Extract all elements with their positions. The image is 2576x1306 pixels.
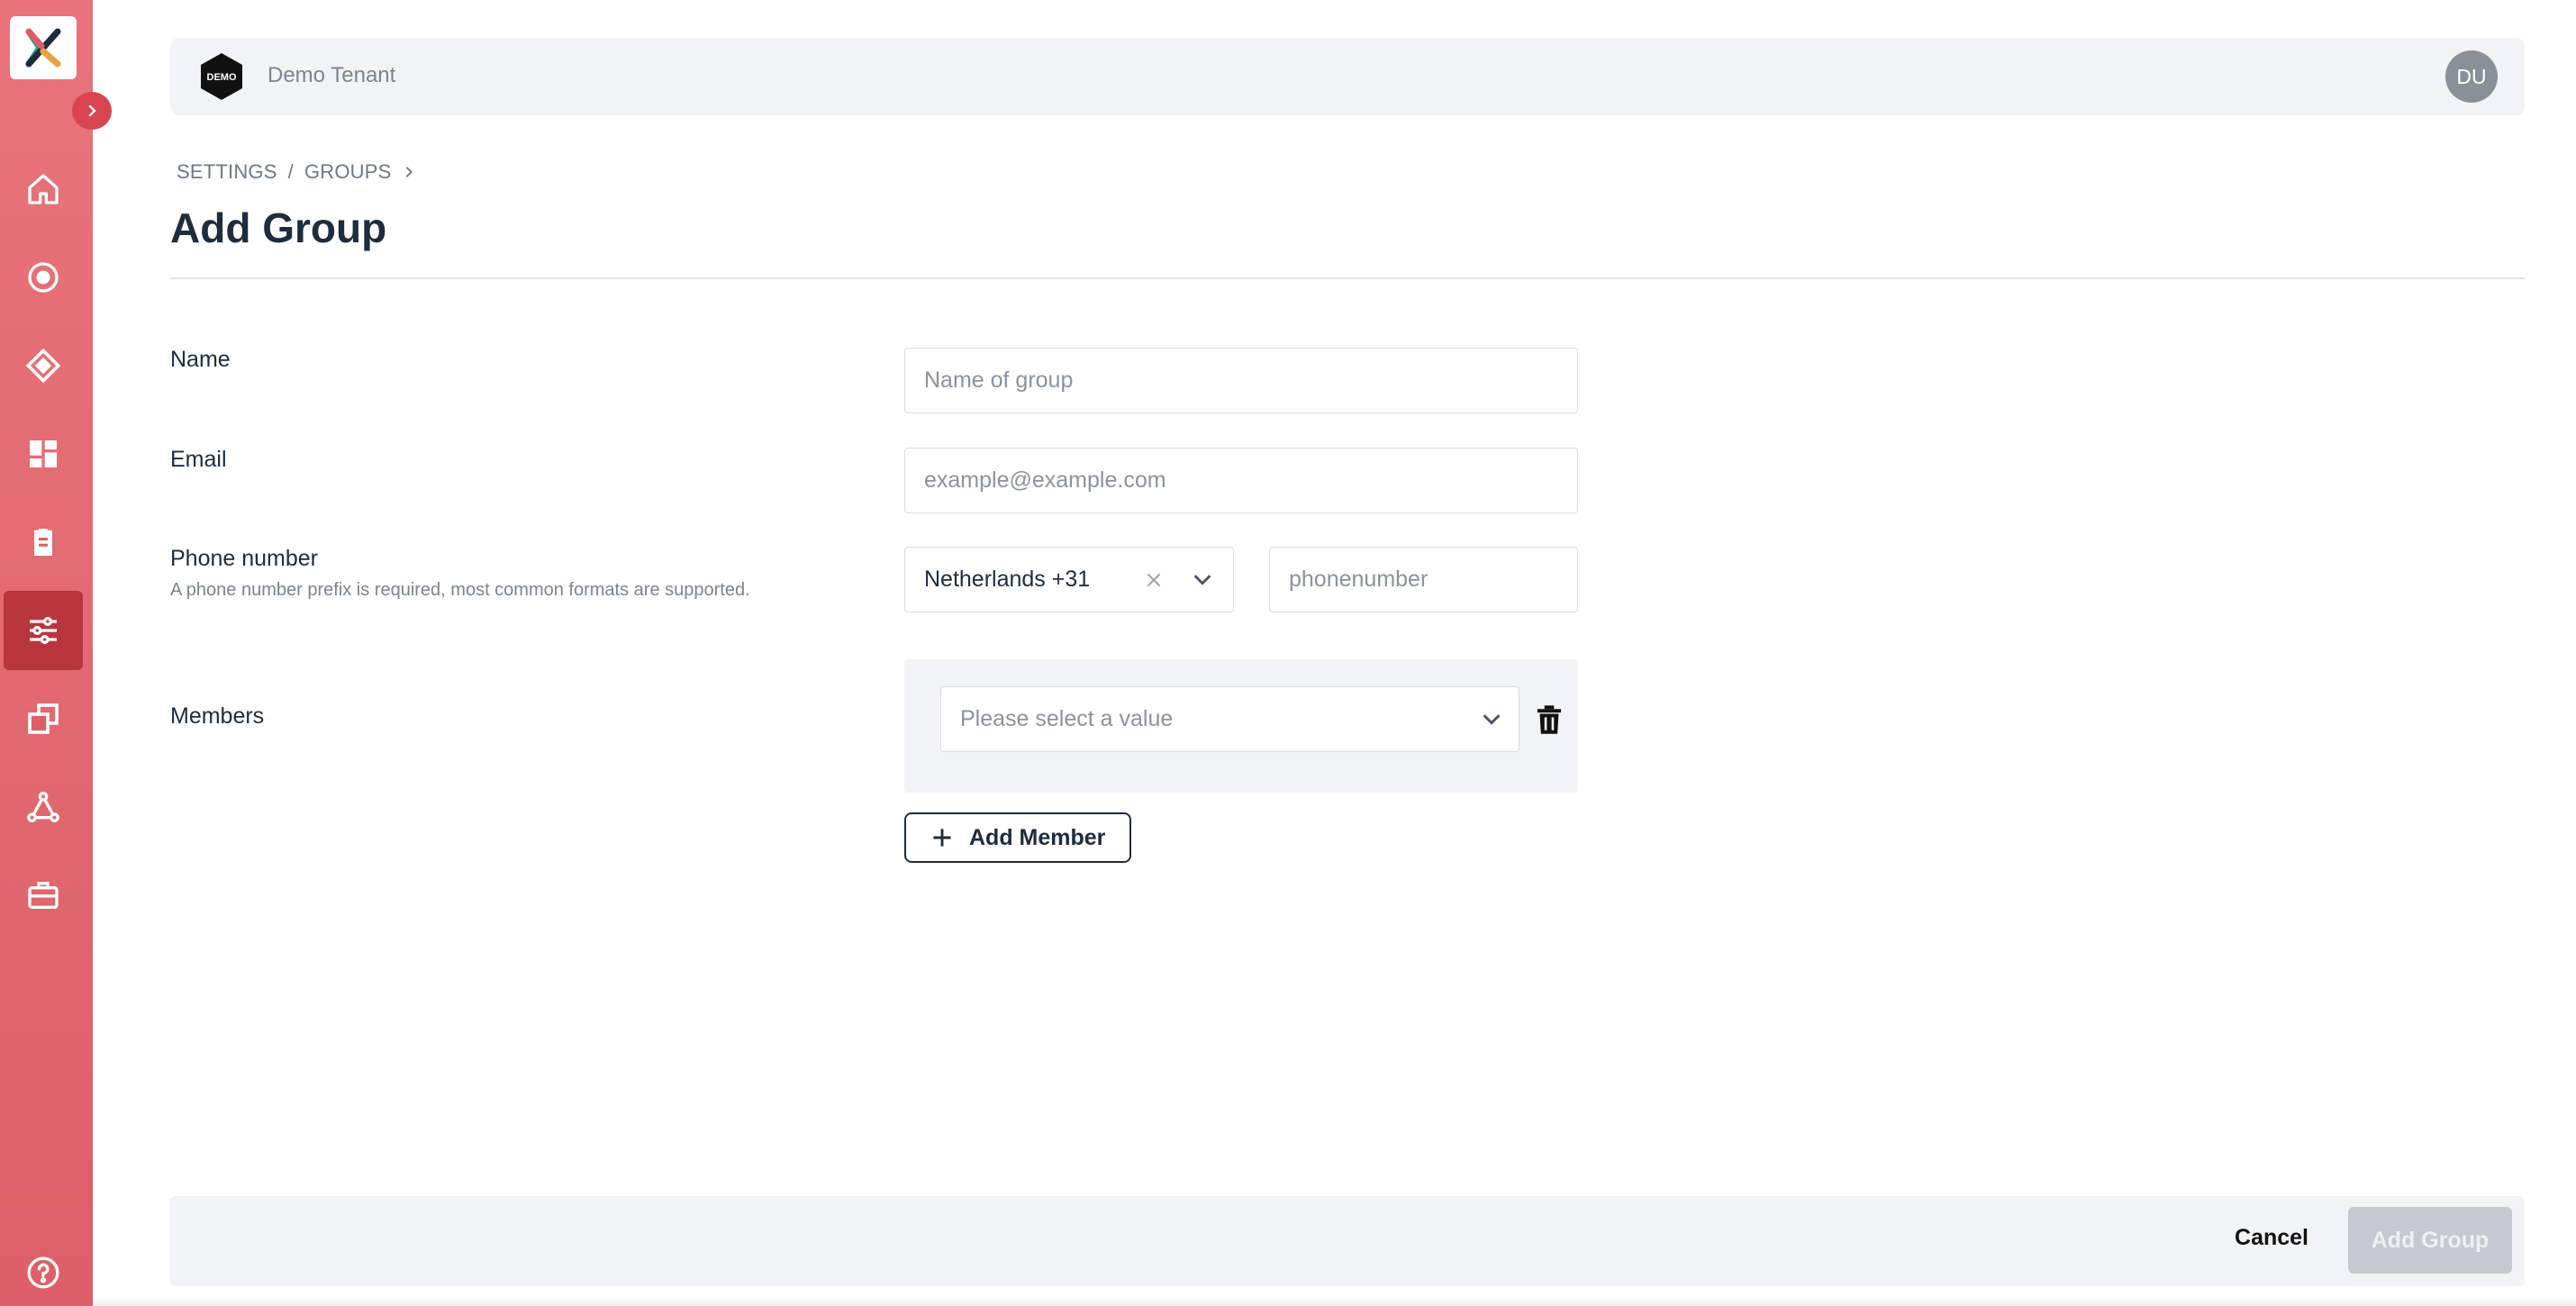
email-input[interactable]	[904, 448, 1578, 513]
plus-icon	[933, 829, 951, 847]
sidebar-item-network[interactable]	[4, 767, 83, 847]
chevron-down-icon	[1483, 714, 1501, 725]
sidebar-item-dashboard[interactable]	[4, 414, 83, 494]
sidebar-item-copy[interactable]	[4, 679, 83, 758]
email-label: Email	[170, 447, 227, 472]
breadcrumb-item-groups[interactable]: GROUPS	[304, 160, 392, 184]
add-group-button[interactable]: Add Group	[2348, 1207, 2512, 1274]
diamond-icon	[25, 348, 61, 384]
briefcase-icon	[28, 882, 59, 909]
page-title: Add Group	[170, 204, 387, 251]
sidebar-item-briefcase[interactable]	[4, 856, 83, 935]
breadcrumb-item-settings[interactable]: SETTINGS	[177, 160, 277, 184]
help-icon	[27, 1256, 59, 1289]
add-member-button[interactable]: Add Member	[904, 812, 1131, 863]
country-select-value: Netherlands +31	[924, 567, 1091, 592]
chevron-right-icon	[88, 104, 96, 117]
members-panel: Please select a value	[904, 659, 1578, 793]
clipboard-icon	[34, 529, 52, 556]
name-input[interactable]	[904, 348, 1578, 413]
tenant-name[interactable]: Demo Tenant	[268, 63, 395, 88]
sliders-icon	[30, 617, 57, 644]
breadcrumb-separator: /	[287, 160, 294, 183]
phone-label: Phone number	[170, 546, 319, 571]
phone-number-input[interactable]	[1269, 547, 1578, 612]
bottom-shadow	[93, 1297, 2576, 1306]
sidebar-item-home[interactable]	[4, 150, 83, 229]
copy-icon	[28, 703, 59, 734]
member-select[interactable]: Please select a value	[940, 686, 1519, 752]
x-logo-icon	[25, 28, 61, 68]
sidebar	[0, 0, 93, 1306]
sidebar-item-settings[interactable]	[4, 591, 83, 670]
home-icon	[28, 174, 59, 204]
network-icon	[27, 791, 59, 822]
chevron-right-icon	[405, 167, 413, 177]
members-label: Members	[170, 703, 265, 729]
add-member-label: Add Member	[969, 824, 1106, 850]
target-icon	[28, 262, 59, 293]
form-footer: Cancel Add Group	[170, 1196, 2525, 1286]
sidebar-item-diamond[interactable]	[4, 326, 83, 405]
chevron-down-icon[interactable]	[1192, 571, 1213, 589]
tenant-badge-text: DEMO	[207, 72, 237, 83]
tenant-badge-icon: DEMO	[201, 53, 242, 100]
country-select[interactable]: Netherlands +31	[904, 547, 1234, 612]
phone-hint: A phone number prefix is required, most …	[170, 580, 750, 600]
member-select-placeholder: Please select a value	[960, 706, 1174, 731]
avatar[interactable]: DU	[2445, 50, 2498, 103]
breadcrumb: SETTINGS / GROUPS	[177, 160, 415, 184]
sidebar-expand-button[interactable]	[72, 92, 112, 130]
cancel-button[interactable]: Cancel	[2235, 1225, 2308, 1251]
divider	[170, 277, 2525, 279]
name-label: Name	[170, 347, 231, 372]
sidebar-item-target[interactable]	[4, 238, 83, 317]
sidebar-item-clipboard[interactable]	[4, 503, 83, 582]
trash-icon[interactable]	[1535, 704, 1564, 735]
clear-icon[interactable]	[1144, 570, 1164, 590]
app-logo[interactable]	[10, 16, 77, 79]
top-bar: DEMO Demo Tenant DU	[170, 38, 2525, 115]
sidebar-item-help[interactable]	[4, 1241, 83, 1304]
tenant-logo[interactable]: DEMO	[195, 50, 248, 103]
dashboard-icon	[30, 440, 57, 467]
